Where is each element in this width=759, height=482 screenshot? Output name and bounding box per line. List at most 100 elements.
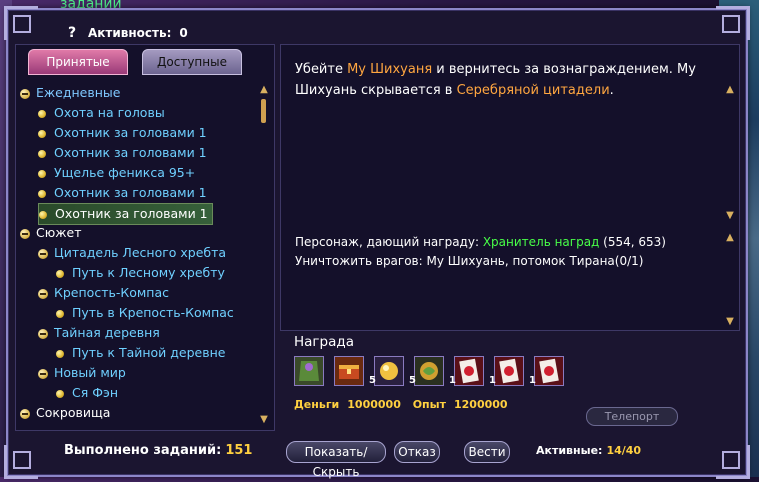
scroll-down-icon[interactable]: ▼ [725, 317, 735, 327]
active-count: Активные: 14/40 [536, 444, 641, 457]
collapse-icon[interactable] [20, 408, 30, 419]
quest-list-scrollbar[interactable]: ▲ ▼ [259, 85, 269, 425]
item-quantity: 1 [489, 375, 496, 386]
item-quantity: 1 [449, 375, 456, 386]
tree-subcategory[interactable]: Цитадель Лесного хребта [38, 243, 226, 263]
quest-label: Ущелье феникса 95+ [54, 165, 196, 180]
card-red-icon[interactable]: 1 [529, 356, 564, 386]
quest-label: Путь к Лесному хребту [72, 265, 225, 280]
collapse-icon[interactable] [38, 248, 48, 259]
quest-item[interactable]: Ущелье феникса 95+ [38, 163, 195, 183]
bullet-icon [56, 349, 64, 358]
quest-detail-panel: Убейте Му Шихуаня и вернитесь за вознагр… [280, 44, 740, 331]
activity-value: 0 [179, 26, 188, 40]
completed-value: 151 [225, 443, 253, 458]
scrollbar-thumb[interactable] [261, 99, 266, 123]
show-hide-button[interactable]: Показать/Скрыть [286, 441, 386, 479]
collapse-icon[interactable] [20, 88, 30, 99]
subcategory-label: Цитадель Лесного хребта [54, 245, 227, 260]
money-label: Деньги [294, 398, 340, 411]
scroll-up-icon[interactable]: ▲ [725, 233, 735, 243]
category-label: Сюжет [36, 225, 82, 240]
active-value: 14/40 [606, 444, 642, 457]
quest-label: Ся Фэн [72, 385, 119, 400]
bullet-icon [38, 109, 46, 118]
collapse-icon[interactable] [38, 368, 48, 379]
tree-subcategory[interactable]: Новый мир [38, 363, 126, 383]
scroll-up-icon[interactable]: ▲ [725, 85, 735, 95]
quest-item[interactable]: Путь к Тайной деревне [56, 343, 225, 363]
quest-item-selected[interactable]: Охотник за головами 1 [38, 203, 213, 225]
npc-label: Персонаж, дающий награду: [295, 235, 483, 249]
quest-item[interactable]: Ся Фэн [56, 383, 118, 403]
cloak-item-icon[interactable] [294, 356, 324, 386]
scroll-up-icon[interactable]: ▲ [259, 85, 269, 95]
chest-item-icon[interactable] [334, 356, 364, 386]
subcategory-label: Новый мир [54, 365, 126, 380]
tree-category[interactable]: Сюжет [20, 223, 81, 243]
item-quantity: 5 [409, 375, 416, 386]
item-quantity: 5 [369, 375, 376, 386]
reward-npc-line: Персонаж, дающий награду: Хранитель нагр… [295, 233, 725, 252]
completed-count: Выполнено заданий: 151 [64, 443, 252, 458]
tree-subcategory[interactable]: Крепость-Компас [38, 283, 169, 303]
location-name: Серебряной цитадели [456, 83, 610, 98]
quest-item[interactable]: Охотник за головами 1 [38, 143, 207, 163]
green-orb-icon[interactable]: 5 [409, 356, 444, 386]
quest-tree: Ежедневные Охота на головы Охотник за го… [18, 83, 254, 428]
quest-item[interactable]: Путь к Лесному хребту [56, 263, 225, 283]
quest-list-panel: Принятые Доступные Ежедневные Охота на г… [15, 44, 275, 431]
frame-corner-ornament [716, 6, 750, 40]
subcategory-label: Тайная деревня [54, 325, 160, 340]
help-icon[interactable]: ? [68, 25, 76, 41]
bullet-icon [56, 309, 64, 318]
quest-label: Охотник за головами 1 [55, 206, 208, 221]
category-label: Ежедневные [36, 85, 121, 100]
item-quantity: 1 [529, 375, 536, 386]
collapse-icon[interactable] [38, 328, 48, 339]
lead-button[interactable]: Вести [464, 441, 510, 463]
subcategory-label: Крепость-Компас [54, 285, 170, 300]
activity-label: Активность: [88, 26, 172, 40]
frame-corner-ornament [4, 6, 38, 40]
tab-available[interactable]: Доступные [142, 49, 242, 75]
card-red-icon[interactable]: 1 [489, 356, 524, 386]
card-red-icon[interactable]: 1 [449, 356, 484, 386]
refuse-button[interactable]: Отказ [394, 441, 440, 463]
quest-item[interactable]: Охотник за головами 1 [38, 183, 207, 203]
bullet-icon [39, 210, 47, 219]
active-label: Активные: [536, 444, 603, 457]
reward-section: Награда 5 5 1 1 1 Деньги 1000000 Опыт 12… [280, 332, 738, 430]
quest-label: Охотник за головами 1 [54, 145, 207, 160]
scroll-down-icon[interactable]: ▼ [259, 415, 269, 425]
activity-indicator: Активность: 0 [88, 26, 188, 40]
tab-accepted[interactable]: Принятые [28, 49, 128, 75]
quest-window: ? Активность: 0 Принятые Доступные Ежедне… [4, 6, 750, 479]
teleport-button[interactable]: Телепорт [586, 407, 678, 426]
scroll-down-icon[interactable]: ▼ [725, 211, 735, 221]
bullet-icon [38, 189, 46, 198]
quest-label: Охотник за головами 1 [54, 125, 207, 140]
quest-label: Путь к Тайной деревне [72, 345, 226, 360]
tree-category[interactable]: Ежедневные [20, 83, 120, 103]
money-value: 1000000 [347, 398, 401, 411]
quest-item[interactable]: Охотник за головами 1 [38, 123, 207, 143]
bullet-icon [38, 129, 46, 138]
quest-label: Охота на головы [54, 105, 165, 120]
target-name: Му Шихуаня [347, 62, 433, 77]
quest-description: Убейте Му Шихуаня и вернитесь за вознагр… [295, 59, 725, 101]
completed-label: Выполнено заданий: [64, 443, 222, 458]
desc-text: Убейте [295, 62, 348, 77]
quest-item[interactable]: Охота на головы [38, 103, 165, 123]
bullet-icon [56, 269, 64, 278]
tree-category[interactable]: Сокровища [20, 403, 110, 423]
npc-name-link[interactable]: Хранитель наград [483, 235, 600, 249]
gold-orb-icon[interactable]: 5 [369, 356, 404, 386]
quest-info: Персонаж, дающий награду: Хранитель нагр… [295, 233, 725, 271]
collapse-icon[interactable] [38, 288, 48, 299]
quest-item[interactable]: Путь в Крепость-Компас [56, 303, 234, 323]
exp-value: 1200000 [453, 398, 508, 411]
tree-subcategory[interactable]: Тайная деревня [38, 323, 160, 343]
collapse-icon[interactable] [20, 228, 30, 239]
desc-text: . [609, 83, 614, 98]
